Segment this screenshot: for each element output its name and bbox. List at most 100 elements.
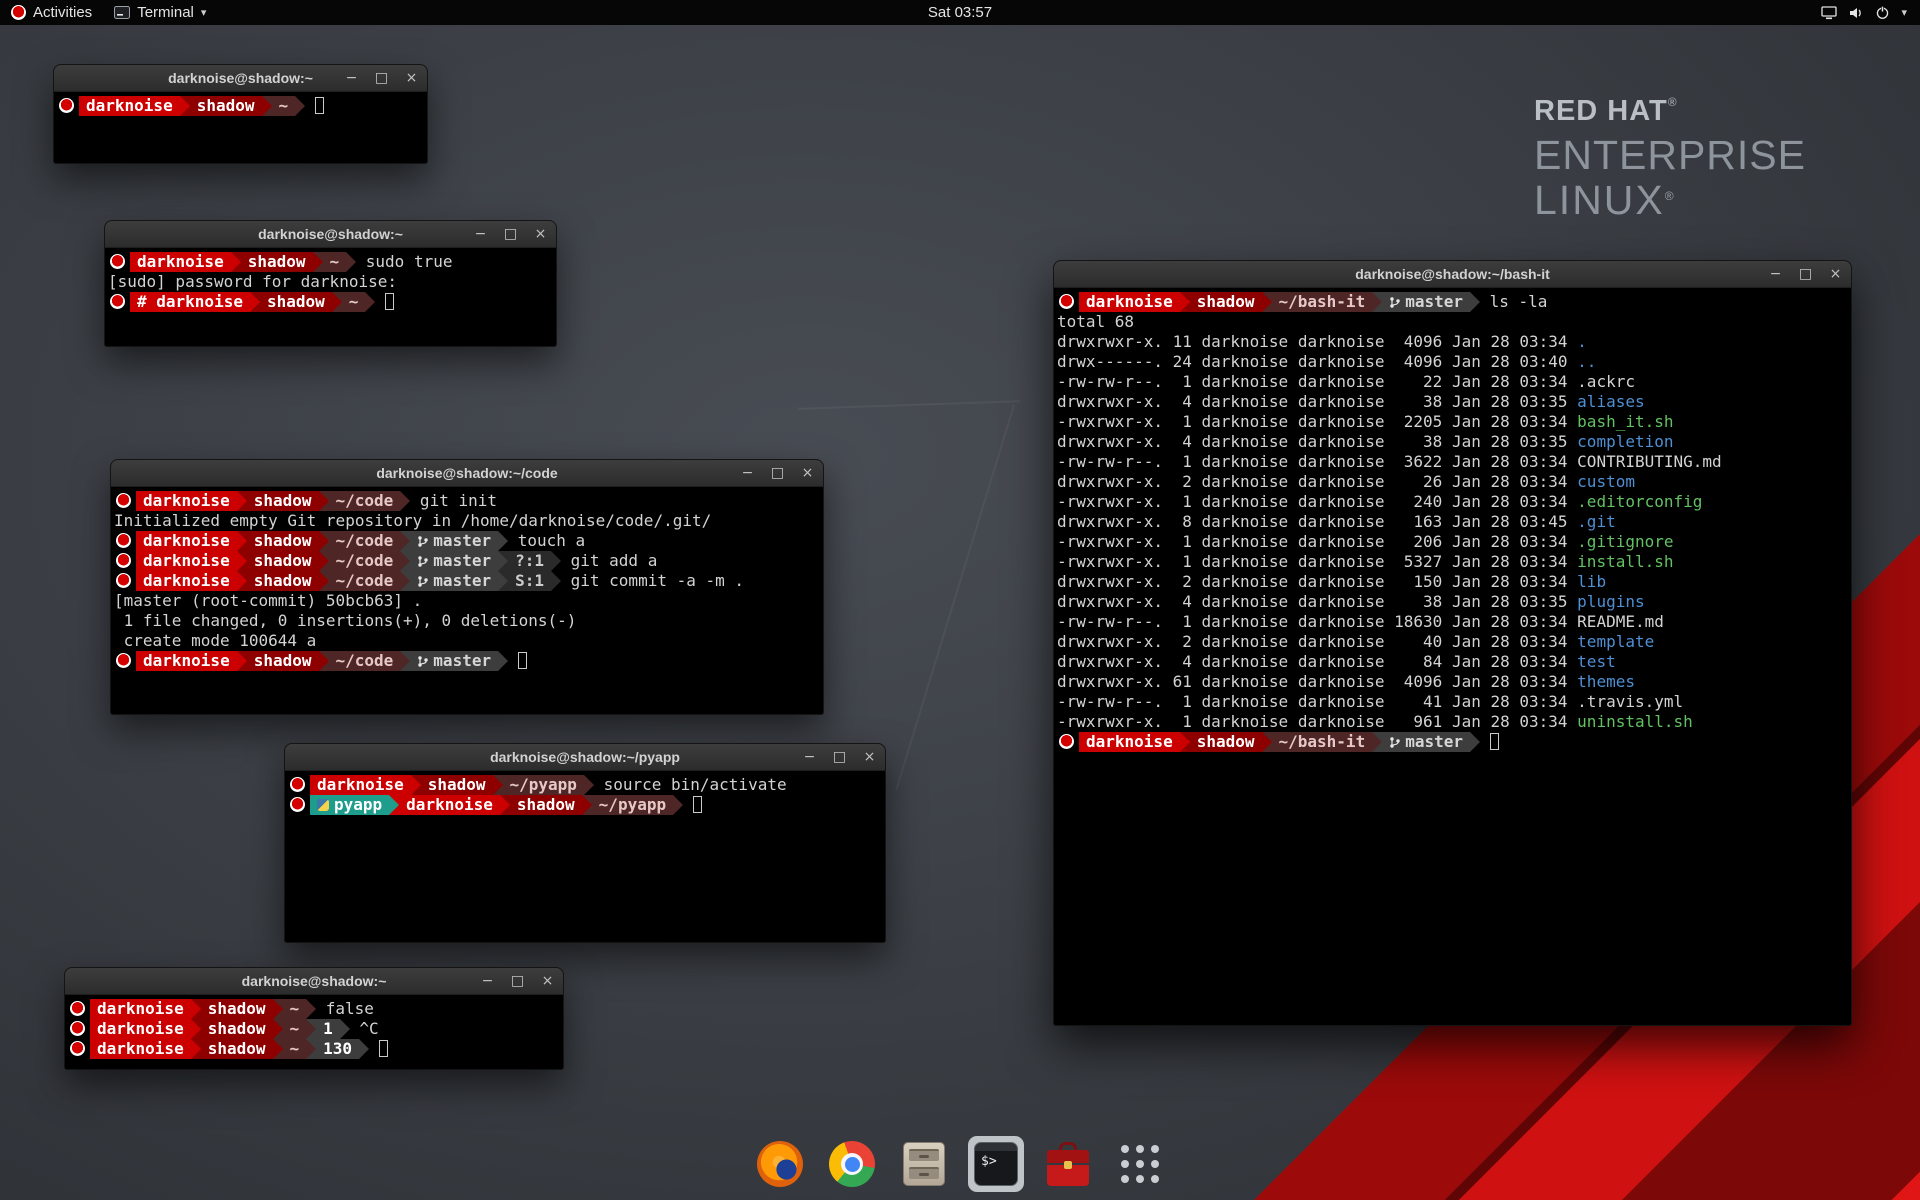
maximize-button[interactable]: □ [1798, 267, 1813, 282]
terminal-text: false [316, 999, 374, 1018]
chrome-dock-icon[interactable] [824, 1136, 880, 1192]
close-button[interactable]: × [1828, 267, 1843, 282]
terminal-content[interactable]: darknoiseshadow~ sudo true[sudo] passwor… [105, 248, 556, 316]
close-button[interactable]: × [800, 466, 815, 481]
terminal-window[interactable]: darknoise@shadow:~/pyapp−□×darknoiseshad… [284, 743, 886, 943]
terminal-text: total 68 [1057, 312, 1134, 331]
firefox-dock-icon[interactable] [752, 1136, 808, 1192]
toolbox-latch [1064, 1161, 1072, 1169]
prompt-segment-user: darknoise [90, 1019, 191, 1039]
powerline-arrow-icon [237, 531, 247, 551]
window-titlebar[interactable]: darknoise@shadow:~/pyapp−□× [285, 744, 885, 771]
powerline-arrow-icon [1262, 292, 1272, 312]
terminal-text: create mode 100644 a [114, 631, 316, 650]
chevron-down-icon: ▾ [201, 6, 207, 19]
powerline-arrow-icon [273, 999, 283, 1019]
terminal-window[interactable]: darknoise@shadow:~/bash-it−□×darknoisesh… [1053, 260, 1852, 1026]
toolbox-dock-icon[interactable] [1040, 1136, 1096, 1192]
maximize-button[interactable]: □ [832, 750, 847, 765]
window-controls: −□ × [802, 744, 877, 770]
activities-button[interactable]: Activities [0, 0, 103, 25]
prompt-segment-path: ~/code [329, 571, 401, 591]
powerline-arrow-icon [191, 1039, 201, 1059]
terminal-text: .ackrc [1577, 372, 1635, 391]
maximize-button[interactable]: □ [770, 466, 785, 481]
close-button[interactable]: × [862, 750, 877, 765]
terminal-text: plugins [1577, 592, 1644, 611]
minimize-button[interactable]: − [802, 750, 817, 765]
terminal-window[interactable]: darknoise@shadow:~−□×darknoiseshadow~ su… [104, 220, 557, 347]
prompt-segment-path: ~/bash-it [1272, 732, 1373, 752]
terminal-line: darknoiseshadow~ sudo true [108, 252, 553, 272]
redhat-prompt-icon [59, 98, 74, 113]
terminal-text: aliases [1577, 392, 1644, 411]
powerline-arrow-icon [306, 1019, 316, 1039]
desktop: RED HAT® ENTERPRISE LINUX® Activities Te… [0, 0, 1920, 1200]
window-titlebar[interactable]: darknoise@shadow:~−□× [105, 221, 556, 248]
terminal-window[interactable]: darknoise@shadow:~−□×darknoiseshadow~ fa… [64, 967, 564, 1070]
window-titlebar[interactable]: darknoise@shadow:~/bash-it−□× [1054, 261, 1851, 288]
powerline-arrow-icon [319, 571, 329, 591]
prompt-segment-user: darknoise [399, 795, 500, 815]
terminal-text: drwxrwxr-x. 8 darknoise darknoise 163 Ja… [1057, 512, 1577, 531]
window-titlebar[interactable]: darknoise@shadow:~/code−□× [111, 460, 823, 487]
terminal-text: git init [410, 491, 497, 510]
system-status-area[interactable]: ▾ [1808, 0, 1920, 25]
terminal-line: total 68 [1057, 312, 1848, 332]
powerline-arrow-icon [237, 551, 247, 571]
terminal-content[interactable]: darknoiseshadow~/bash-itmaster ls -latot… [1054, 288, 1851, 756]
terminal-content[interactable]: darknoiseshadow~ [54, 92, 427, 120]
terminal-text: -rw-rw-r--. 1 darknoise darknoise 3622 J… [1057, 452, 1577, 471]
powerline-arrow-icon [319, 531, 329, 551]
close-button[interactable]: × [533, 227, 548, 242]
terminal-text: lib [1577, 572, 1606, 591]
prompt-segment-host: shadow [247, 651, 319, 671]
terminal-line: drwxrwxr-x. 2 darknoise darknoise 40 Jan… [1057, 632, 1848, 652]
terminal-window[interactable]: darknoise@shadow:~/code−□×darknoiseshado… [110, 459, 824, 715]
minimize-button[interactable]: − [1768, 267, 1783, 282]
minimize-button[interactable]: − [740, 466, 755, 481]
prompt-segment-user: # darknoise [130, 292, 250, 312]
terminal-line: -rwxrwxr-x. 1 darknoise darknoise 2205 J… [1057, 412, 1848, 432]
app-menu-label: Terminal [137, 4, 194, 21]
minimize-button[interactable]: − [473, 227, 488, 242]
prompt-segment-git: master [410, 571, 498, 591]
minimize-button[interactable]: − [344, 71, 359, 86]
maximize-button[interactable]: □ [374, 71, 389, 86]
terminal-text: template [1577, 632, 1654, 651]
prompt-segment-path: ~/pyapp [592, 795, 673, 815]
window-titlebar[interactable]: darknoise@shadow:~−□× [65, 968, 563, 995]
window-titlebar[interactable]: darknoise@shadow:~−□× [54, 65, 427, 92]
prompt-segment-path: ~ [342, 292, 366, 312]
powerline-arrow-icon [340, 1019, 350, 1039]
redhat-prompt-icon [116, 553, 131, 568]
prompt-segment-path: ~ [283, 1019, 307, 1039]
app-menu-button[interactable]: Terminal ▾ [103, 0, 217, 25]
maximize-button[interactable]: □ [510, 974, 525, 989]
close-button[interactable]: × [404, 71, 419, 86]
window-controls: −□ × [473, 221, 548, 247]
terminal-window[interactable]: darknoise@shadow:~−□×darknoiseshadow~ [53, 64, 428, 164]
terminal-line: darknoiseshadow~/pyapp source bin/activa… [288, 775, 882, 795]
minimize-button[interactable]: − [480, 974, 495, 989]
powerline-arrow-icon [319, 651, 329, 671]
maximize-button[interactable]: □ [503, 227, 518, 242]
app-grid-dock-icon[interactable] [1112, 1136, 1168, 1192]
terminal-content[interactable]: darknoiseshadow~/code git initInitialize… [111, 487, 823, 675]
terminal-line: darknoiseshadow~/bash-itmaster [1057, 732, 1848, 752]
terminal-content[interactable]: darknoiseshadow~/pyapp source bin/activa… [285, 771, 885, 819]
files-dock-icon[interactable] [896, 1136, 952, 1192]
powerline-arrow-icon [493, 775, 503, 795]
terminal-line: darknoiseshadow~ false [68, 999, 560, 1019]
terminal-line: drwxrwxr-x. 2 darknoise darknoise 150 Ja… [1057, 572, 1848, 592]
powerline-arrow-icon [411, 775, 421, 795]
prompt-segment-host: shadow [247, 551, 319, 571]
terminal-content[interactable]: darknoiseshadow~ falsedarknoiseshadow~1 … [65, 995, 563, 1063]
prompt-segment-exit: 130 [316, 1039, 359, 1059]
close-button[interactable]: × [540, 974, 555, 989]
terminal-line: [sudo] password for darknoise: [108, 272, 553, 292]
terminal-cursor [693, 796, 702, 813]
prompt-segment-user: darknoise [136, 531, 237, 551]
terminal-dock-icon[interactable]: $> [968, 1136, 1024, 1192]
clock[interactable]: Sat 03:57 [918, 0, 1002, 25]
